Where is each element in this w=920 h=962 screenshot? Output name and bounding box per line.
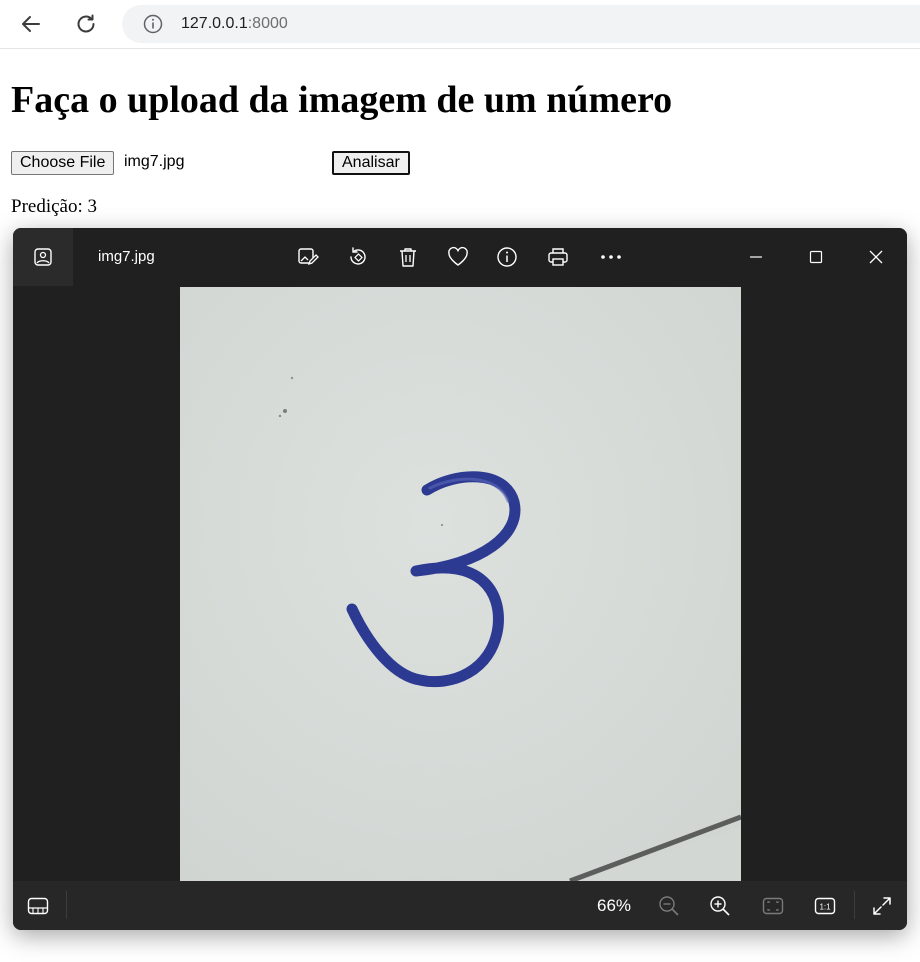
info-icon[interactable] [494, 244, 520, 270]
favorite-icon[interactable] [445, 244, 471, 270]
back-button[interactable] [13, 6, 49, 42]
upload-form: Choose File img7.jpg Analisar [11, 150, 911, 176]
fullscreen-icon[interactable] [870, 894, 894, 918]
reload-button[interactable] [68, 6, 104, 42]
minimize-icon[interactable] [743, 244, 769, 270]
analyze-button[interactable]: Analisar [332, 151, 410, 175]
page-title: Faça o upload da imagem de um número [11, 79, 673, 121]
photo-viewer-window: img7.jpg 66% 1:1 [13, 228, 907, 930]
actual-size-label: 1:1 [819, 903, 831, 912]
address-bar[interactable]: 127.0.0.1:8000 [122, 5, 920, 43]
url-host: 127.0.0.1 [181, 15, 248, 32]
bottom-divider-2 [854, 891, 855, 919]
zoom-in-icon[interactable] [708, 894, 732, 918]
image-canvas[interactable] [13, 286, 907, 881]
url-port: :8000 [247, 15, 288, 32]
site-info-icon[interactable] [142, 13, 164, 35]
browser-toolbar: 127.0.0.1:8000 [0, 0, 920, 48]
photos-app-icon[interactable] [13, 228, 73, 286]
zoom-out-icon[interactable] [657, 894, 681, 918]
viewer-bottom-bar: 66% 1:1 [13, 881, 907, 930]
delete-icon[interactable] [395, 244, 421, 270]
print-icon[interactable] [545, 244, 571, 270]
fit-to-window-icon[interactable] [761, 894, 785, 918]
url-text: 127.0.0.1:8000 [181, 15, 288, 33]
more-icon[interactable] [598, 244, 624, 270]
handwritten-digit-photo [180, 287, 741, 881]
bottom-divider [66, 891, 67, 919]
filmstrip-icon[interactable] [26, 894, 50, 918]
rotate-icon[interactable] [345, 244, 371, 270]
viewer-titlebar: img7.jpg [13, 228, 907, 286]
maximize-icon[interactable] [803, 244, 829, 270]
back-arrow-icon [22, 16, 40, 32]
choose-file-button[interactable]: Choose File [11, 151, 115, 175]
zoom-level: 66% [597, 896, 632, 915]
page-content: Faça o upload da imagem de um número Cho… [11, 49, 911, 218]
actual-size-icon[interactable]: 1:1 [813, 894, 837, 918]
close-icon[interactable] [863, 244, 889, 270]
prediction-text: Predição: 3 [11, 196, 98, 217]
reload-icon [77, 14, 95, 33]
viewer-file-title: img7.jpg [98, 248, 155, 265]
chosen-file-name: img7.jpg [124, 153, 185, 170]
edit-image-icon[interactable] [295, 244, 321, 270]
